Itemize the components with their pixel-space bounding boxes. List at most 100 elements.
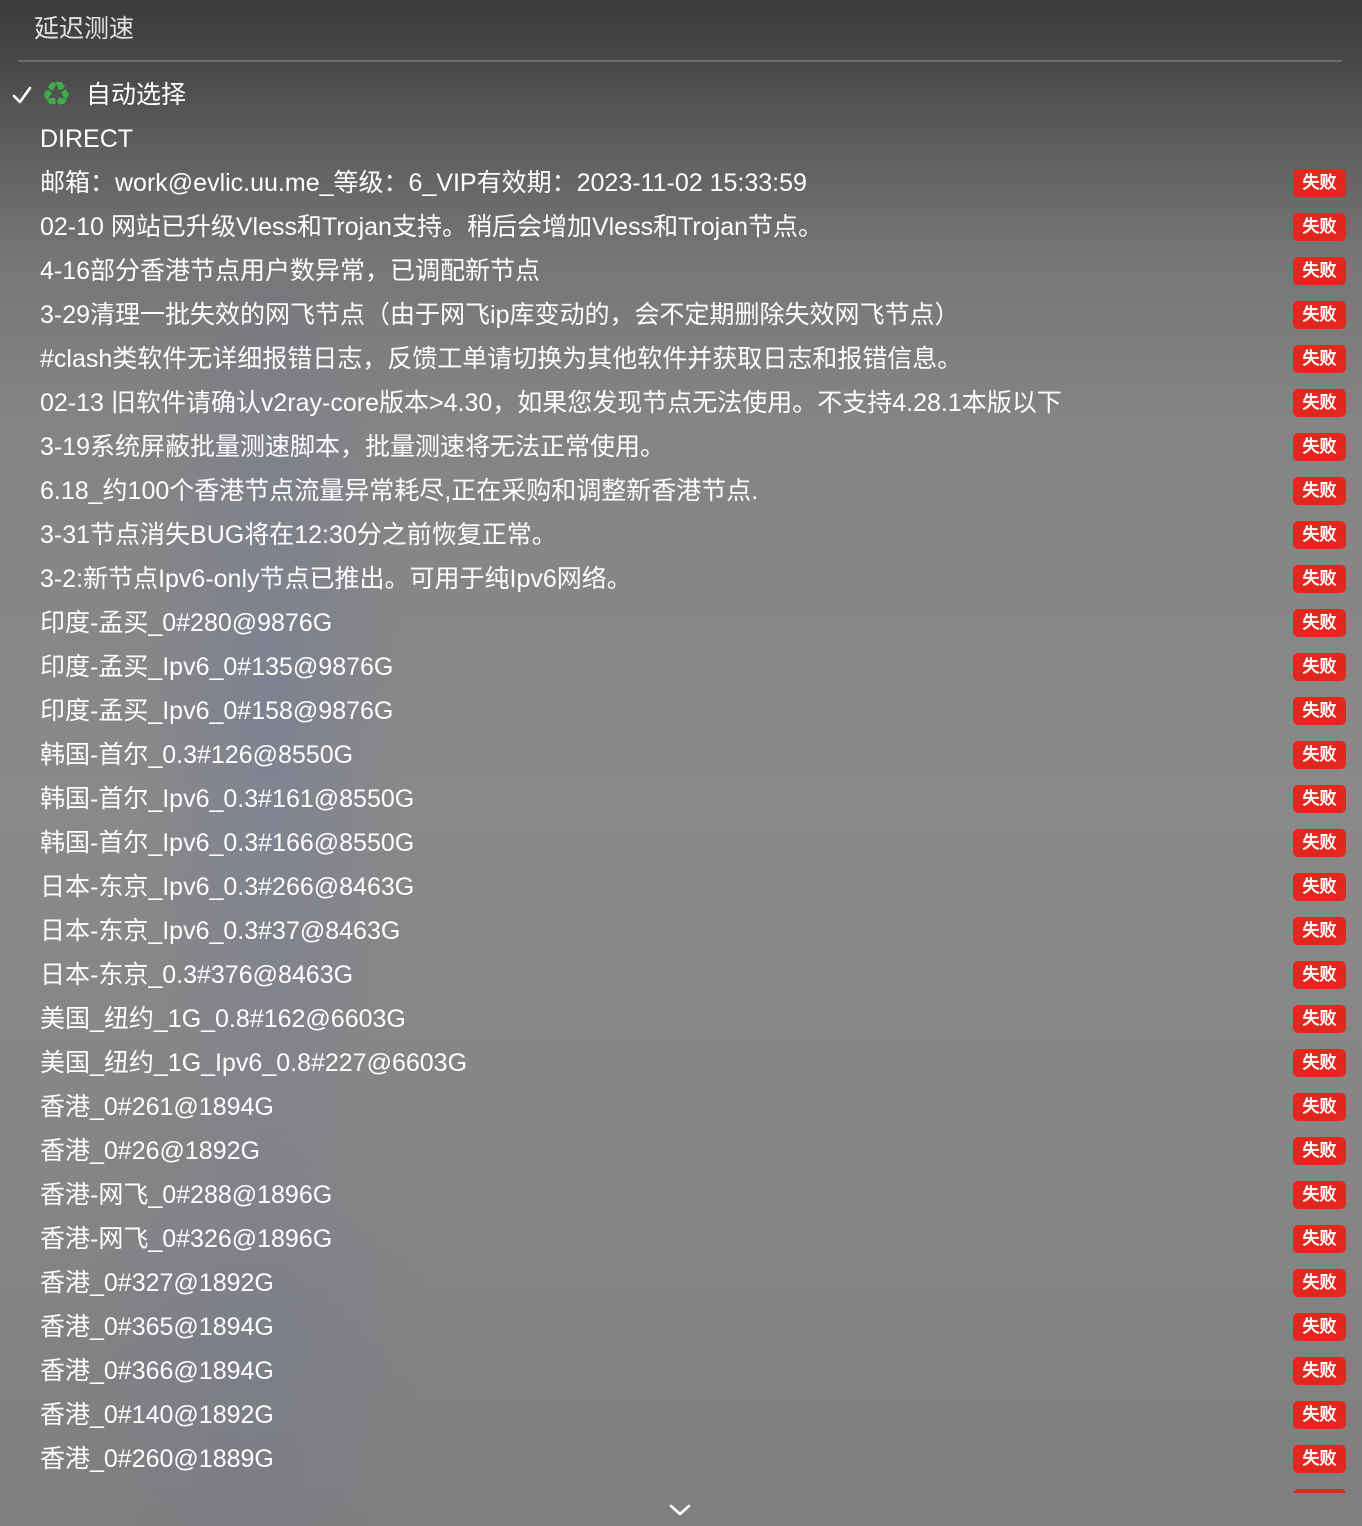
latency-status-badge: 失败 xyxy=(1293,433,1346,461)
proxy-item-label: 韩国-首尔_0.3#126@8550G xyxy=(40,741,354,769)
proxy-item[interactable]: 3-19系统屏蔽批量测速脚本，批量测速将无法正常使用。 失败 xyxy=(0,425,1362,469)
proxy-item-label: 02-10 网站已升级Vless和Trojan支持。稍后会增加Vless和Tro… xyxy=(40,213,824,241)
latency-status-badge: 失败 xyxy=(1293,1401,1346,1429)
proxy-item[interactable]: 香港_0#140@1892G 失败 xyxy=(0,1393,1362,1437)
proxy-item-label: 日本-东京_Ipv6_0.3#37@8463G xyxy=(40,917,401,945)
proxy-item-label: 香港-网飞_0#288@1896G xyxy=(40,1181,333,1209)
proxy-item-label: 印度-孟买_Ipv6_0#135@9876G xyxy=(40,653,394,681)
proxy-item-label: 香港_0#365@1894G xyxy=(40,1313,274,1341)
proxy-item[interactable]: 韩国-首尔_0.3#126@8550G 失败 xyxy=(0,733,1362,777)
proxy-item[interactable]: 印度-孟买_0#280@9876G 失败 xyxy=(0,601,1362,645)
latency-status-badge: 失败 xyxy=(1293,301,1346,329)
proxy-item-label: 香港-网飞_0#326@1896G xyxy=(40,1225,333,1253)
proxy-item[interactable]: 韩国-首尔_Ipv6_0.3#161@8550G 失败 xyxy=(0,777,1362,821)
latency-status-badge: 失败 xyxy=(1293,213,1346,241)
proxy-item-label: 3-19系统屏蔽批量测速脚本，批量测速将无法正常使用。 xyxy=(40,433,666,461)
latency-status-badge: 失败 xyxy=(1293,873,1346,901)
latency-status-badge: 失败 xyxy=(1293,741,1346,769)
latency-status-badge: 失败 xyxy=(1293,521,1346,549)
proxy-item[interactable]: 4-16部分香港节点用户数异常，已调配新节点 失败 xyxy=(0,249,1362,293)
proxy-item[interactable]: 香港-网飞_0#288@1896G 失败 xyxy=(0,1173,1362,1217)
latency-status-badge: 失败 xyxy=(1293,345,1346,373)
latency-status-badge: 失败 xyxy=(1293,1093,1346,1121)
recycle-icon: ♻ xyxy=(41,75,72,115)
proxy-item-label: 自动选择 xyxy=(86,81,187,109)
latency-status-badge: 失败 xyxy=(1293,1357,1346,1385)
proxy-item-label: 3-29清理一批失效的网飞节点（由于网飞ip库变动的，会不定期删除失效网飞节点） xyxy=(40,301,960,329)
latency-status-badge: 失败 xyxy=(1293,169,1346,197)
proxy-item-label: 印度-孟买_0#280@9876G xyxy=(40,609,333,637)
proxy-item[interactable]: 印度-孟买_Ipv6_0#158@9876G 失败 xyxy=(0,689,1362,733)
proxy-item[interactable]: 香港-网飞_0#326@1896G 失败 xyxy=(0,1217,1362,1261)
proxy-item-label: 香港_0#26@1892G xyxy=(40,1137,260,1165)
speed-test-menu-item[interactable]: 延迟测速 xyxy=(0,0,1362,60)
proxy-item-label: 6.18_约100个香港节点流量异常耗尽,正在采购和调整新香港节点. xyxy=(40,477,759,505)
proxy-item[interactable]: #clash类软件无详细报错日志，反馈工单请切换为其他软件并获取日志和报错信息。… xyxy=(0,337,1362,381)
latency-status-badge: 失败 xyxy=(1293,917,1346,945)
proxy-item-label: 香港_0#327@1892G xyxy=(40,1269,274,1297)
proxy-item[interactable]: 美国_纽约_1G_Ipv6_0.8#227@6603G 失败 xyxy=(0,1041,1362,1085)
proxy-item[interactable]: 02-13 旧软件请确认v2ray-core版本>4.30，如果您发现节点无法使… xyxy=(0,381,1362,425)
proxy-item[interactable]: 香港_0#260@1889G 失败 xyxy=(0,1437,1362,1481)
latency-status-badge: 失败 xyxy=(1293,609,1346,637)
latency-status-badge: 失败 xyxy=(1293,1005,1346,1033)
proxy-item[interactable]: 香港_0#261@1894G 失败 xyxy=(0,1085,1362,1129)
latency-status-badge: 失败 xyxy=(1293,829,1346,857)
proxy-item[interactable]: 日本-东京_Ipv6_0.3#37@8463G 失败 xyxy=(0,909,1362,953)
proxy-item[interactable]: 美国_纽约_1G_0.8#162@6603G 失败 xyxy=(0,997,1362,1041)
proxy-item-label: 香港_0#140@1892G xyxy=(40,1401,274,1429)
proxy-item-label: 日本-东京_0.3#376@8463G xyxy=(40,961,354,989)
speed-test-label: 延迟测速 xyxy=(34,15,135,43)
proxy-item-label: 02-13 旧软件请确认v2ray-core版本>4.30，如果您发现节点无法使… xyxy=(40,389,1062,417)
proxy-item-label: 3-2:新节点Ipv6-only节点已推出。可用于纯Ipv6网络。 xyxy=(40,565,632,593)
proxy-item-label: 韩国-首尔_Ipv6_0.3#161@8550G xyxy=(40,785,415,813)
proxy-item-label: 日本-东京_Ipv6_0.3#266@8463G xyxy=(40,873,415,901)
proxy-item[interactable]: 香港_0#327@1892G 失败 xyxy=(0,1261,1362,1305)
proxy-item-label: DIRECT xyxy=(40,125,134,153)
proxy-item-label: 香港_0#261@1894G xyxy=(40,1093,274,1121)
proxy-item[interactable]: 3-29清理一批失效的网飞节点（由于网飞ip库变动的，会不定期删除失效网飞节点）… xyxy=(0,293,1362,337)
latency-status-badge: 失败 xyxy=(1293,1137,1346,1165)
checkmark-icon xyxy=(12,86,32,104)
proxy-item-label: 韩国-首尔_Ipv6_0.3#166@8550G xyxy=(40,829,415,857)
latency-status-badge: 失败 xyxy=(1293,477,1346,505)
proxy-item-label: 3-31节点消失BUG将在12:30分之前恢复正常。 xyxy=(40,521,557,549)
proxy-item-label: #clash类软件无详细报错日志，反馈工单请切换为其他软件并获取日志和报错信息。 xyxy=(40,345,963,373)
proxy-item[interactable]: 韩国-首尔_Ipv6_0.3#166@8550G 失败 xyxy=(0,821,1362,865)
latency-status-badge: 失败 xyxy=(1293,1269,1346,1297)
proxy-item-label: 美国_纽约_1G_Ipv6_0.8#227@6603G xyxy=(40,1049,468,1077)
proxy-item-partially-hidden[interactable] xyxy=(0,1481,1362,1493)
latency-status-badge: 失败 xyxy=(1293,1181,1346,1209)
proxy-item[interactable]: 香港_0#366@1894G 失败 xyxy=(0,1349,1362,1393)
proxy-item-auto-select[interactable]: ♻ 自动选择 xyxy=(0,73,1362,117)
proxy-item[interactable]: 3-31节点消失BUG将在12:30分之前恢复正常。 失败 xyxy=(0,513,1362,557)
latency-status-badge: 失败 xyxy=(1293,653,1346,681)
proxy-item-label: 香港_0#366@1894G xyxy=(40,1357,274,1385)
proxy-item[interactable]: 日本-东京_Ipv6_0.3#266@8463G 失败 xyxy=(0,865,1362,909)
latency-status-badge: 失败 xyxy=(1293,697,1346,725)
latency-status-badge: 失败 xyxy=(1293,1445,1346,1473)
latency-status-badge: 失败 xyxy=(1293,1313,1346,1341)
proxy-item[interactable]: 02-10 网站已升级Vless和Trojan支持。稍后会增加Vless和Tro… xyxy=(0,205,1362,249)
latency-status-badge: 失败 xyxy=(1293,1225,1346,1253)
chevron-down-icon[interactable] xyxy=(669,1504,691,1516)
proxy-item[interactable]: 香港_0#365@1894G 失败 xyxy=(0,1305,1362,1349)
proxy-item[interactable]: 邮箱：work@evlic.uu.me_等级：6_VIP有效期：2023-11-… xyxy=(0,161,1362,205)
proxy-item[interactable]: 6.18_约100个香港节点流量异常耗尽,正在采购和调整新香港节点. 失败 xyxy=(0,469,1362,513)
proxy-item[interactable]: 印度-孟买_Ipv6_0#135@9876G 失败 xyxy=(0,645,1362,689)
proxy-item-label: 香港_0#260@1889G xyxy=(40,1445,274,1473)
latency-status-badge: 失败 xyxy=(1293,565,1346,593)
proxy-item-label: 印度-孟买_Ipv6_0#158@9876G xyxy=(40,697,394,725)
proxy-item-direct[interactable]: DIRECT xyxy=(0,117,1362,161)
latency-status-badge: 失败 xyxy=(1293,1049,1346,1077)
proxy-item[interactable]: 日本-东京_0.3#376@8463G 失败 xyxy=(0,953,1362,997)
latency-status-badge: 失败 xyxy=(1293,785,1346,813)
proxy-item-label: 4-16部分香港节点用户数异常，已调配新节点 xyxy=(40,257,541,285)
partial-status-badge xyxy=(1293,1489,1346,1493)
proxy-item[interactable]: 香港_0#26@1892G 失败 xyxy=(0,1129,1362,1173)
proxy-item[interactable]: 3-2:新节点Ipv6-only节点已推出。可用于纯Ipv6网络。 失败 xyxy=(0,557,1362,601)
proxy-list[interactable]: ♻ 自动选择 DIRECT 邮箱：work@evlic.uu.me_等级：6_V… xyxy=(0,73,1362,1493)
proxy-item-label: 邮箱：work@evlic.uu.me_等级：6_VIP有效期：2023-11-… xyxy=(40,169,807,197)
proxy-item-label: 美国_纽约_1G_0.8#162@6603G xyxy=(40,1005,406,1033)
latency-status-badge: 失败 xyxy=(1293,389,1346,417)
